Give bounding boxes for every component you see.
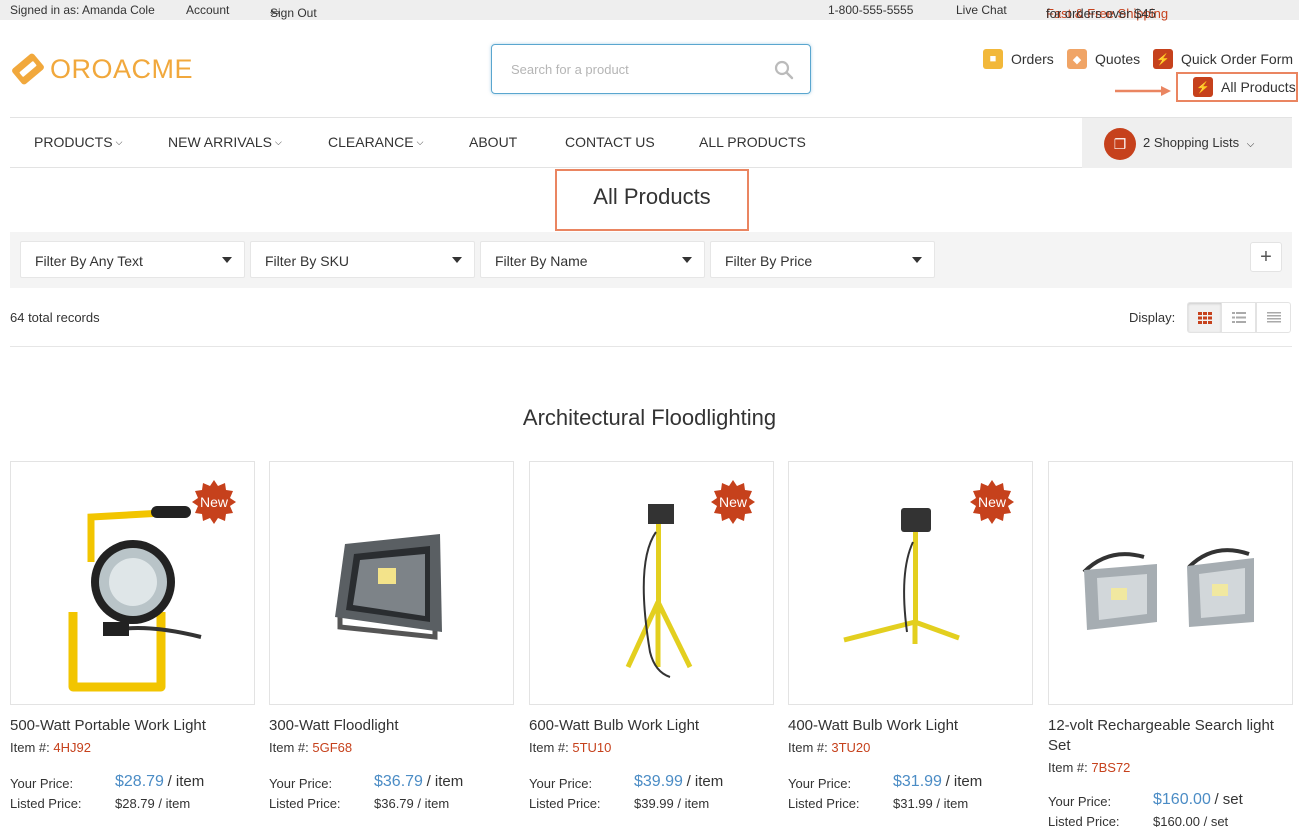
compact-list-icon [1266, 312, 1281, 323]
quick-order-form-link[interactable]: ⚡ Quick Order Form [1153, 49, 1293, 69]
your-price: Your Price: $160.00 / set [1048, 791, 1243, 809]
listed-price: Listed Price: $31.99 / item [788, 796, 969, 811]
chevron-down-icon: ⌵ [416, 137, 424, 147]
caret-down-icon [682, 257, 692, 263]
orders-link[interactable]: ■ Orders [983, 49, 1054, 69]
product-name[interactable]: 400-Watt Bulb Work Light [788, 716, 1033, 736]
filter-any-text[interactable]: Filter By Any Text [20, 241, 245, 278]
chevron-down-icon: ⌵ [115, 137, 123, 147]
top-bar: Signed in as: Amanda Cole Account ⇦ Sign… [0, 0, 1299, 21]
compact-view-button[interactable] [1256, 302, 1291, 333]
tag-icon: ◆ [1067, 49, 1087, 69]
listed-price: Listed Price: $39.99 / item [529, 796, 710, 811]
display-label: Display: [1129, 310, 1176, 325]
search-input[interactable] [493, 46, 763, 92]
item-number: Item #: 3TU20 [788, 740, 871, 755]
search-box[interactable] [491, 44, 811, 94]
filter-name[interactable]: Filter By Name [480, 241, 705, 278]
nav-new-arrivals[interactable]: New Arrivals ⌵ [168, 134, 282, 150]
main-nav: Products ⌵ New Arrivals ⌵ Clearance ⌵ About… [10, 117, 1292, 168]
grid-view-button[interactable] [1187, 302, 1222, 333]
search-icon[interactable] [774, 60, 794, 80]
shopping-list-icon: ❐ [1104, 128, 1136, 160]
product-image[interactable] [1048, 461, 1293, 705]
add-filter-button[interactable]: + [1250, 242, 1282, 272]
grid-icon [1197, 311, 1212, 324]
product-name[interactable]: 500-Watt Portable Work Light [10, 716, 255, 736]
your-price: Your Price: $28.79 / item [10, 773, 205, 791]
quotes-link[interactable]: ◆ Quotes [1067, 49, 1140, 69]
your-price: Your Price: $36.79 / item [269, 773, 464, 791]
nav-all-products[interactable]: All Products [699, 134, 806, 150]
search-light-set-image [1082, 548, 1254, 630]
product-name[interactable]: 600-Watt Bulb Work Light [529, 716, 774, 736]
item-number: Item #: 7BS72 [1048, 760, 1131, 775]
new-badge: New [711, 480, 755, 524]
item-number: Item #: 5TU10 [529, 740, 612, 755]
product-card[interactable]: New 500-Watt Portable Work Light Item #:… [10, 461, 255, 813]
caret-down-icon [912, 257, 922, 263]
product-image[interactable]: New [788, 461, 1033, 705]
listed-price: Listed Price: $36.79 / item [269, 796, 450, 811]
caret-down-icon [222, 257, 232, 263]
divider [10, 346, 1292, 347]
list-view-button[interactable] [1221, 302, 1256, 333]
product-card[interactable]: New 400-Watt Bulb Work Light Item #: 3TU… [788, 461, 1033, 813]
nav-about[interactable]: About [469, 134, 517, 150]
product-card[interactable]: 12-volt Rechargeable Search light Set It… [1048, 461, 1293, 831]
filter-price[interactable]: Filter By Price [710, 241, 935, 278]
list-icon [1231, 312, 1246, 323]
page-title: All Products [593, 184, 711, 209]
product-card[interactable]: 300-Watt Floodlight Item #: 5GF68 Your P… [269, 461, 514, 813]
orders-icon: ■ [983, 49, 1003, 69]
bolt-icon: ⚡ [1193, 77, 1213, 97]
product-image[interactable] [269, 461, 514, 705]
item-number: Item #: 4HJ92 [10, 740, 91, 755]
account-link[interactable]: Account [186, 3, 229, 17]
logo-text: OROACME [50, 53, 194, 84]
nav-contact-us[interactable]: Contact Us [565, 134, 655, 150]
item-number: Item #: 5GF68 [269, 740, 353, 755]
filter-sku[interactable]: Filter By SKU [250, 241, 475, 278]
total-records: 64 total records [10, 310, 100, 325]
section-title: Architectural Floodlighting [522, 405, 777, 430]
filter-bar: Filter By Any Text Filter By SKU Filter … [10, 232, 1292, 288]
all-products-link[interactable]: ⚡ All Products [1193, 77, 1296, 97]
product-image[interactable]: New [529, 461, 774, 705]
listed-price: Listed Price: $160.00 / set [1048, 814, 1229, 829]
phone-number[interactable]: 1-800-555-5555 [828, 3, 913, 17]
product-name[interactable]: 12-volt Rechargeable Search light Set [1048, 716, 1293, 756]
shopping-lists-dropdown[interactable]: ❐ 2 Shopping Lists ⌵ [1082, 118, 1292, 168]
logo-mark-icon [12, 53, 44, 85]
new-badge: New [970, 480, 1014, 524]
chevron-down-icon: ⌵ [275, 137, 282, 147]
nav-clearance[interactable]: Clearance ⌵ [328, 134, 423, 150]
your-price: Your Price: $39.99 / item [529, 773, 724, 791]
new-badge: New [192, 480, 236, 524]
live-chat-link[interactable]: Live Chat [956, 3, 1007, 17]
nav-products[interactable]: Products ⌵ [34, 134, 122, 150]
chevron-down-icon: ⌵ [1246, 139, 1255, 150]
caret-down-icon [452, 257, 462, 263]
floodlight-image [335, 534, 442, 640]
bolt-icon: ⚡ [1153, 49, 1173, 69]
plus-icon: + [1260, 246, 1272, 268]
signed-in-text: Signed in as: Amanda Cole [10, 3, 155, 17]
product-image[interactable]: New [10, 461, 255, 705]
listed-price: Listed Price: $28.79 / item [10, 796, 191, 811]
arrow-annotation [1115, 86, 1171, 96]
logo[interactable]: OROACME [10, 50, 193, 88]
product-name[interactable]: 300-Watt Floodlight [269, 716, 514, 736]
your-price: Your Price: $31.99 / item [788, 773, 983, 791]
product-card[interactable]: New 600-Watt Bulb Work Light Item #: 5TU… [529, 461, 774, 813]
